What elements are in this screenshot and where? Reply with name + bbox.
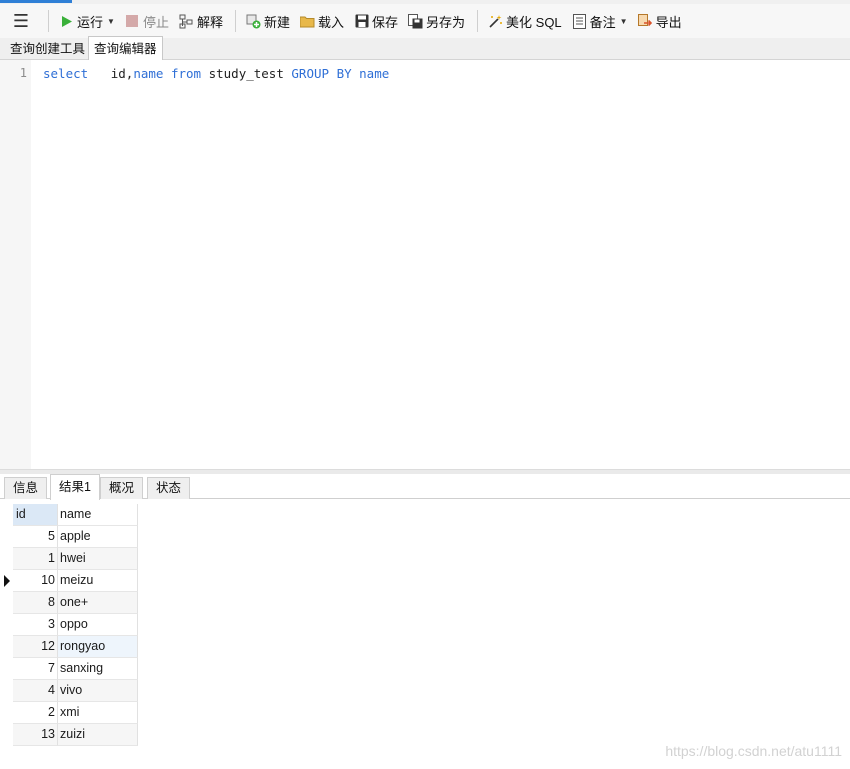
cell-name[interactable]: sanxing: [58, 658, 138, 680]
line-number: 1: [19, 66, 27, 80]
column-header-id[interactable]: id: [13, 504, 58, 526]
cell-name[interactable]: zuizi: [58, 724, 138, 746]
cell-name[interactable]: hwei: [58, 548, 138, 570]
cell-id[interactable]: 10: [13, 570, 58, 592]
result-tabs: 信息 结果1 概况 状态: [0, 474, 850, 500]
note-dropdown-icon[interactable]: ▼: [620, 17, 628, 26]
field-name: name: [133, 66, 164, 81]
new-button[interactable]: 新建: [242, 8, 294, 34]
note-icon: [572, 13, 587, 29]
folder-icon: [299, 14, 315, 29]
table-name: study_test: [208, 66, 284, 81]
tab-status[interactable]: 状态: [147, 477, 191, 499]
row-selector[interactable]: [0, 570, 13, 592]
run-button[interactable]: 运行 ▼: [55, 8, 119, 34]
keyword-by: BY: [336, 66, 352, 81]
tab-profile[interactable]: 概况: [100, 477, 144, 499]
magic-wand-icon: [488, 14, 503, 29]
tab-result1[interactable]: 结果1: [50, 474, 100, 500]
stop-icon: [125, 14, 140, 29]
hamburger-icon: ☰: [12, 11, 30, 31]
sql-code-line[interactable]: select id,name from study_test GROUP BY …: [43, 66, 389, 81]
note-label: 备注: [589, 14, 616, 30]
current-row-arrow-icon: [4, 575, 10, 587]
line-gutter: 1: [0, 60, 31, 469]
cell-name[interactable]: xmi: [58, 702, 138, 724]
cell-id[interactable]: 5: [13, 526, 58, 548]
save-icon: [354, 14, 369, 29]
tab-query-editor[interactable]: 查询编辑器: [88, 36, 163, 61]
cell-name[interactable]: one+: [58, 592, 138, 614]
menu-button[interactable]: ☰: [0, 4, 42, 38]
export-button[interactable]: 导出: [634, 8, 686, 34]
cell-id[interactable]: 1: [13, 548, 58, 570]
stop-button[interactable]: 停止: [121, 8, 173, 34]
group-field-name: name: [359, 66, 390, 81]
explain-button[interactable]: 解释: [175, 8, 227, 34]
play-icon: [59, 14, 74, 29]
row-selector[interactable]: [0, 680, 13, 702]
row-selector[interactable]: [0, 526, 13, 548]
save-as-button[interactable]: 另存为: [404, 8, 469, 34]
cell-id[interactable]: 12: [13, 636, 58, 658]
row-selector[interactable]: [0, 658, 13, 680]
new-query-icon: [246, 14, 261, 29]
row-selector[interactable]: [0, 724, 13, 746]
row-selector[interactable]: [0, 592, 13, 614]
export-label: 导出: [655, 14, 682, 30]
tab-info[interactable]: 信息: [4, 477, 48, 499]
explain-label: 解释: [196, 14, 223, 30]
run-dropdown-icon[interactable]: ▼: [107, 17, 115, 26]
save-button[interactable]: 保存: [350, 8, 402, 34]
save-label: 保存: [372, 14, 399, 30]
sql-editor[interactable]: 1 select id,name from study_test GROUP B…: [0, 60, 850, 469]
editor-tabs: 查询创建工具 查询编辑器: [0, 36, 850, 61]
watermark: https://blog.csdn.net/atu1111: [665, 743, 842, 759]
field-id: id,: [110, 66, 134, 81]
cell-name[interactable]: oppo: [58, 614, 138, 636]
run-label: 运行: [77, 14, 104, 30]
keyword-group: GROUP: [291, 66, 330, 81]
cell-id[interactable]: 4: [13, 680, 58, 702]
toolbar-separator: [48, 10, 49, 32]
column-header-name[interactable]: name: [58, 504, 138, 526]
cell-name[interactable]: rongyao: [58, 636, 138, 658]
new-label: 新建: [263, 14, 290, 30]
beautify-sql-label: 美化 SQL: [506, 14, 562, 30]
toolbar-separator: [234, 10, 236, 32]
toolbar: ☰ 运行 ▼ 停止 解释 新建 载入 保存 另存为 美化 SQL 备注 ▼ 导出: [0, 4, 850, 38]
cell-name[interactable]: vivo: [58, 680, 138, 702]
cell-name[interactable]: meizu: [58, 570, 138, 592]
row-selector[interactable]: [0, 702, 13, 724]
cell-id[interactable]: 2: [13, 702, 58, 724]
save-as-icon: [408, 13, 423, 29]
explain-icon: [179, 14, 194, 29]
row-selector[interactable]: [0, 636, 13, 658]
beautify-sql-button[interactable]: 美化 SQL: [484, 8, 566, 34]
row-selector[interactable]: [0, 548, 13, 570]
note-button[interactable]: 备注 ▼: [568, 8, 632, 34]
stop-label: 停止: [142, 14, 169, 30]
toolbar-separator: [477, 10, 479, 32]
keyword-select: select: [43, 66, 89, 81]
load-label: 载入: [317, 14, 344, 30]
row-selector[interactable]: [0, 614, 13, 636]
active-window-indicator: [0, 0, 72, 3]
load-button[interactable]: 载入: [296, 8, 348, 34]
cell-id[interactable]: 8: [13, 592, 58, 614]
cell-id[interactable]: 7: [13, 658, 58, 680]
cell-name[interactable]: apple: [58, 526, 138, 548]
cell-id[interactable]: 13: [13, 724, 58, 746]
keyword-from: from: [170, 66, 202, 81]
save-as-label: 另存为: [426, 14, 466, 30]
export-icon: [637, 13, 653, 29]
tab-query-builder[interactable]: 查询创建工具: [5, 38, 92, 60]
cell-id[interactable]: 3: [13, 614, 58, 636]
